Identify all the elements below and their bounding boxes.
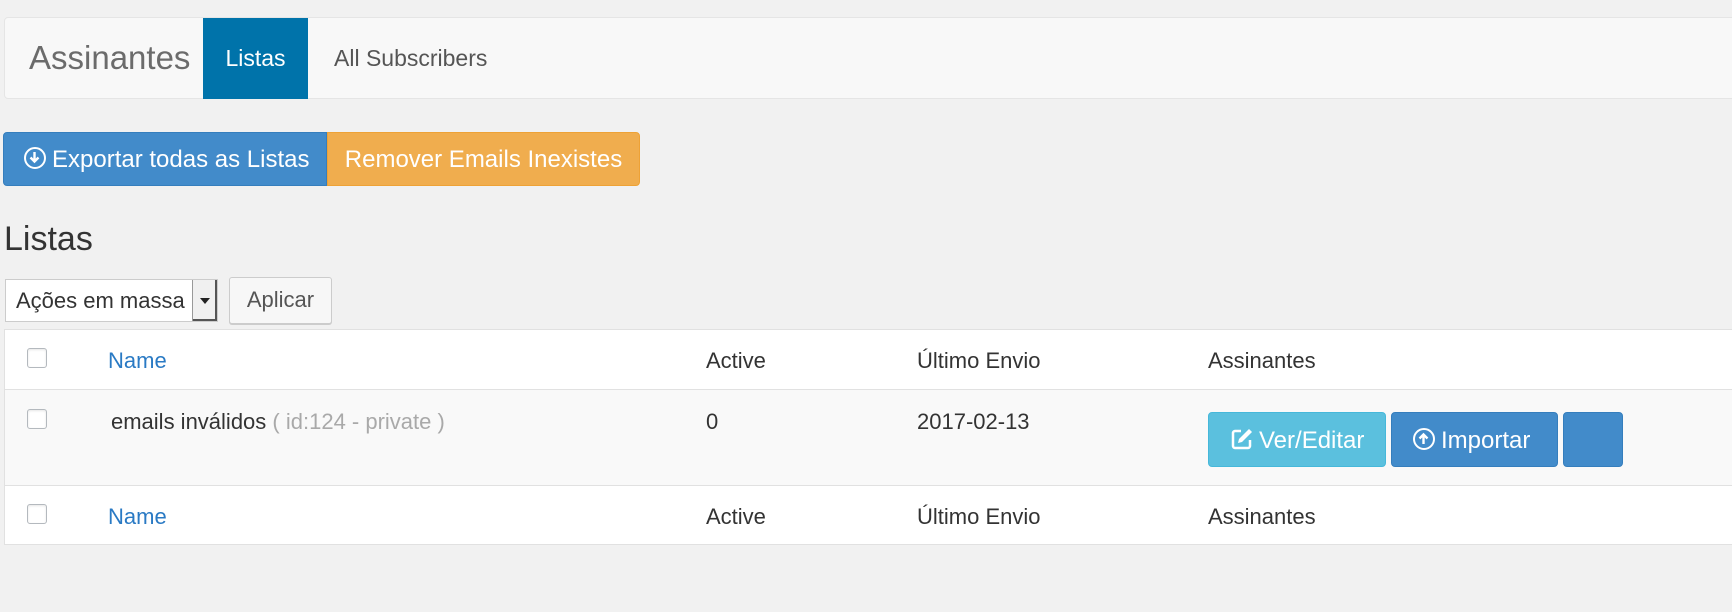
edit-icon (1231, 429, 1252, 450)
column-name[interactable]: Name (108, 348, 167, 374)
import-label: Importar (1441, 427, 1531, 454)
table-header-row: Name Active Último Envio Assinantes (5, 330, 1732, 390)
select-all-checkbox[interactable] (27, 348, 47, 368)
list-active-count: 0 (706, 409, 719, 434)
top-nav: Assinantes Listas All Subscribers (4, 17, 1732, 99)
row-checkbox[interactable] (27, 409, 47, 429)
column-last-send: Último Envio (917, 348, 1041, 373)
list-meta: ( id:124 - private ) (272, 409, 445, 434)
tab-all-subscribers[interactable]: All Subscribers (309, 18, 512, 99)
column-active-footer: Active (706, 504, 766, 529)
lists-table: Name Active Último Envio Assinantes emai… (4, 329, 1732, 545)
bulk-actions-select[interactable]: Ações em massa (5, 279, 218, 322)
apply-button[interactable]: Aplicar (229, 277, 332, 324)
tab-listas[interactable]: Listas (203, 18, 308, 99)
list-name: emails inválidos ( id:124 - private ) (111, 409, 445, 435)
column-last-send-footer: Último Envio (917, 504, 1041, 529)
bulk-actions-value: Ações em massa (16, 288, 185, 313)
arrow-down-circle-icon (24, 147, 46, 170)
list-name-text[interactable]: emails inválidos (111, 409, 266, 434)
table-footer-row: Name Active Último Envio Assinantes (5, 486, 1732, 545)
column-subscribers-footer: Assinantes (1208, 504, 1316, 529)
column-active: Active (706, 348, 766, 373)
section-title: Listas (4, 220, 93, 258)
arrow-up-circle-icon (1413, 428, 1435, 451)
table-row: emails inválidos ( id:124 - private ) 0 … (5, 390, 1732, 486)
view-edit-label: Ver/Editar (1259, 427, 1365, 454)
remove-invalid-emails-button[interactable]: Remover Emails Inexistes (327, 132, 640, 186)
view-edit-button[interactable]: Ver/Editar (1208, 412, 1386, 467)
import-button[interactable]: Importar (1391, 412, 1558, 467)
export-all-lists-button[interactable]: Exportar todas as Listas (3, 132, 327, 186)
column-subscribers: Assinantes (1208, 348, 1316, 373)
column-name-footer[interactable]: Name (108, 504, 167, 530)
export-all-lists-label: Exportar todas as Listas (52, 146, 310, 173)
list-last-send: 2017-02-13 (917, 409, 1030, 434)
page-brand: Assinantes (29, 39, 191, 76)
more-actions-button[interactable] (1563, 412, 1623, 467)
select-all-checkbox-footer[interactable] (27, 504, 47, 524)
chevron-down-icon[interactable] (192, 280, 217, 321)
